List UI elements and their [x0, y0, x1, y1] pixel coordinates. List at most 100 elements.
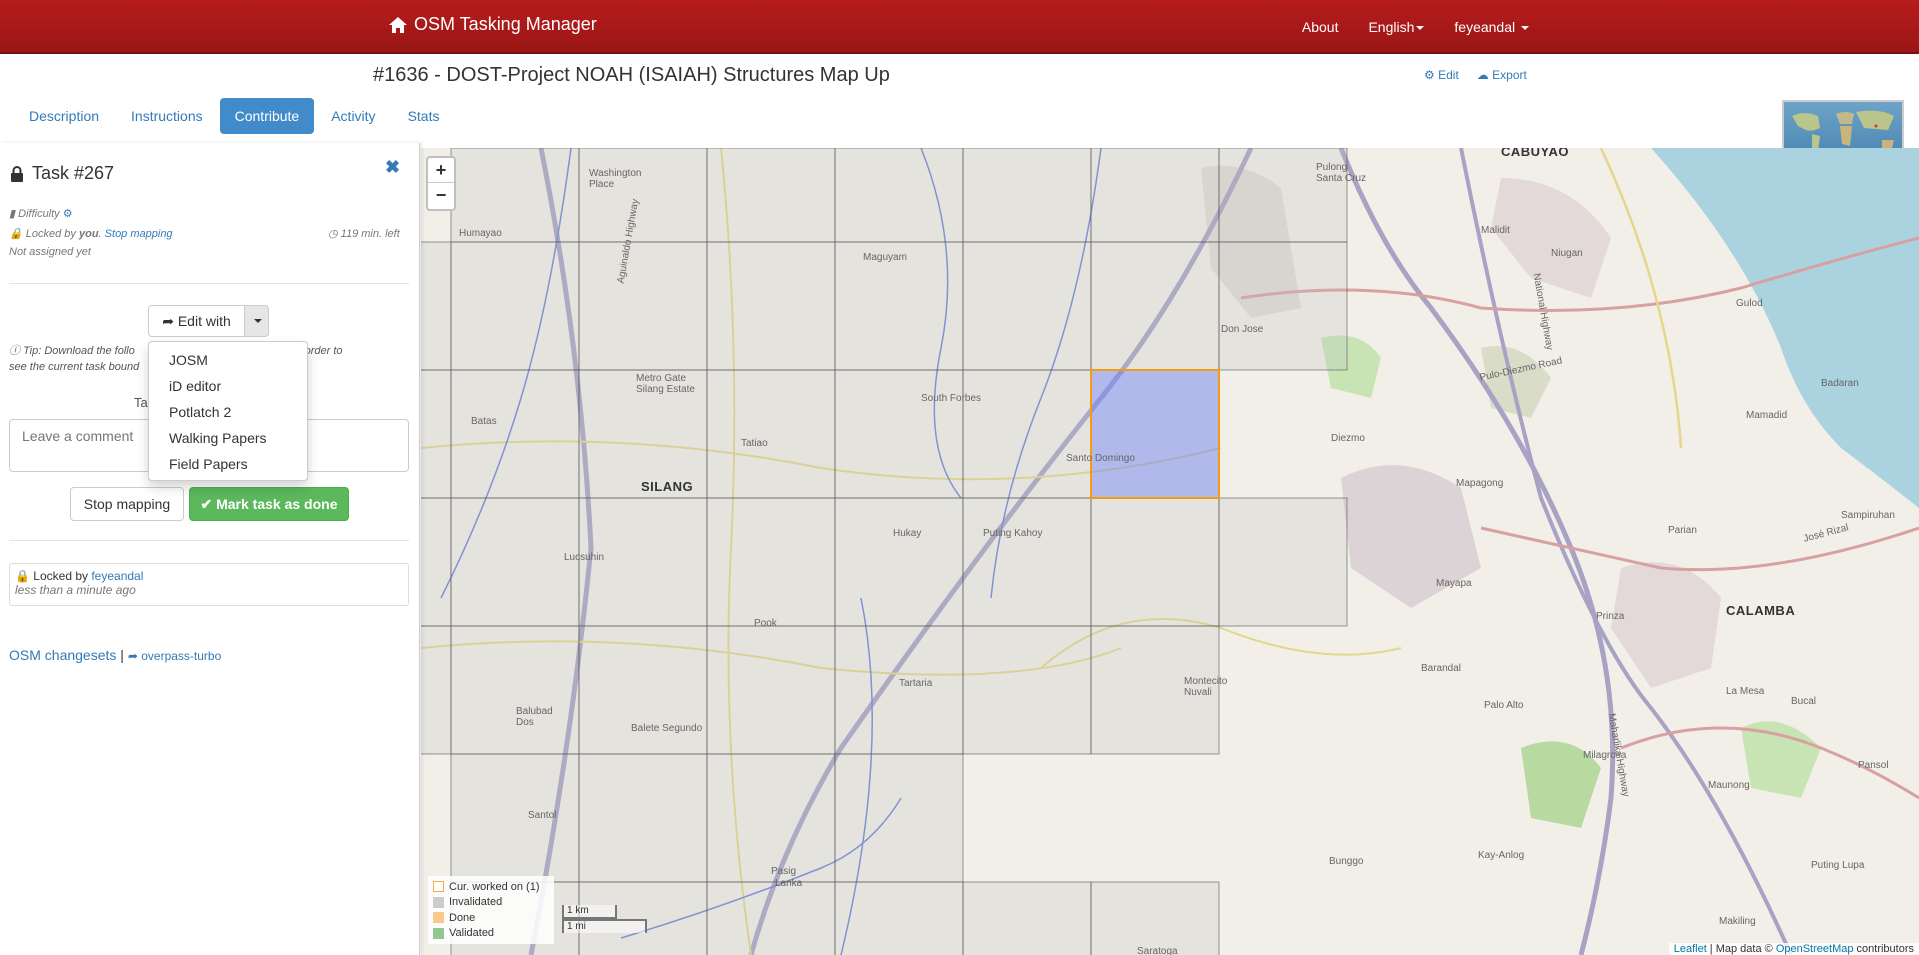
task-title-label: Task #267: [32, 163, 115, 183]
map-view[interactable]: CABUYAO SILANG CALAMBA Washington Place …: [421, 148, 1919, 955]
map-scale: 1 km 1 mi: [562, 905, 647, 933]
place-label: Bucal: [1791, 696, 1817, 707]
bookmark-icon: ▮: [9, 208, 16, 220]
menu-item-josm[interactable]: JOSM: [149, 347, 307, 373]
place-label: SILANG: [641, 479, 694, 494]
brand-link[interactable]: OSM Tasking Manager: [388, 14, 597, 35]
gear-icon[interactable]: ⚙: [63, 208, 73, 220]
legend-swatch: [433, 927, 444, 939]
place-label: Santo Domingo: [1066, 453, 1135, 464]
gear-icon: ⚙: [1424, 68, 1435, 82]
chevron-down-icon: [1521, 26, 1529, 31]
legend-swatch: [433, 881, 444, 893]
difficulty-label: Difficulty: [18, 208, 60, 220]
place-label: Bunggo: [1329, 856, 1364, 867]
attribution-text: | Map data ©: [1706, 943, 1776, 955]
time-left-label: 119 min. left: [340, 228, 400, 240]
place-label: Pook: [754, 618, 777, 629]
place-label: Sampiruhan: [1841, 510, 1895, 521]
legend-swatch: [433, 912, 444, 924]
edit-with-dropdown-toggle[interactable]: [244, 305, 269, 337]
place-label: Parian: [1668, 525, 1697, 536]
cloud-download-icon: ☁: [1476, 68, 1489, 82]
stop-mapping-button[interactable]: Stop mapping: [70, 487, 184, 521]
tip-line2: see the current task bound: [9, 361, 140, 373]
history-entry: 🔒 Locked by feyeandal less than a minute…: [9, 563, 409, 606]
tab-stats[interactable]: Stats: [393, 98, 455, 134]
locked-by-user: you: [78, 228, 99, 240]
place-label: Saratoga: [1137, 946, 1178, 955]
legend-item: Cur. worked on (1): [433, 879, 549, 895]
export-link[interactable]: ☁ Export: [1477, 68, 1527, 82]
leaflet-link[interactable]: Leaflet: [1674, 943, 1707, 955]
legend-item: Done: [433, 910, 549, 926]
export-label: Export: [1492, 68, 1527, 82]
task-panel: Task #267 ✖ ▮ Difficulty ⚙ 🔒 Locked by y…: [0, 143, 420, 955]
menu-item-id-editor[interactable]: iD editor: [149, 373, 307, 399]
edit-project-link[interactable]: ⚙ Edit: [1424, 68, 1459, 82]
place-label: Batas: [471, 416, 497, 427]
time-left: ◷ 119 min. left: [328, 227, 400, 240]
zoom-out-button[interactable]: −: [428, 183, 454, 208]
edit-with-button[interactable]: ➦ Edit with: [148, 305, 245, 337]
place-label: Barandal: [1421, 663, 1462, 674]
language-dropdown[interactable]: English: [1368, 19, 1425, 35]
place-label: Metro Gate Silang Estate: [636, 373, 695, 395]
project-tabs: Description Instructions Contribute Acti…: [14, 98, 456, 134]
place-label: Washington Place: [589, 168, 642, 190]
place-label: Mamadid: [1746, 410, 1788, 421]
lock-status: 🔒 Locked by you. Stop mapping: [9, 228, 173, 240]
language-label: English: [1368, 19, 1415, 35]
editor-dropdown-menu: JOSM iD editor Potlatch 2 Walking Papers…: [148, 341, 308, 481]
menu-item-field-papers[interactable]: Field Papers: [149, 451, 307, 477]
place-label: Lanka: [775, 878, 803, 889]
osm-link[interactable]: OpenStreetMap: [1776, 943, 1854, 955]
place-label: Balete Segundo: [631, 723, 703, 734]
place-label: Maguyam: [863, 252, 907, 263]
history-user-link[interactable]: feyeandal: [91, 569, 143, 583]
place-label: Malidit: [1481, 225, 1510, 236]
user-label: feyeandal: [1454, 19, 1516, 35]
place-label: South Forbes: [921, 393, 982, 404]
divider: [9, 540, 409, 541]
place-label: Tatiao: [741, 438, 768, 449]
mark-done-button[interactable]: ✔ Mark task as done: [189, 487, 349, 521]
check-icon: ✔: [200, 495, 213, 512]
place-label: Badaran: [1821, 378, 1859, 389]
home-icon: [389, 16, 407, 33]
place-label: Lucsuhin: [564, 552, 605, 563]
share-icon: ➦: [127, 649, 138, 663]
tab-activity[interactable]: Activity: [316, 98, 390, 134]
nav-about[interactable]: About: [1302, 19, 1339, 35]
legend-item: Validated: [433, 926, 549, 942]
difficulty-row: ▮ Difficulty ⚙: [9, 207, 73, 220]
legend-item: Invalidated: [433, 895, 549, 911]
overpass-link[interactable]: ➦ overpass-turbo: [128, 649, 221, 663]
chevron-down-icon: [253, 319, 262, 323]
tab-contribute[interactable]: Contribute: [219, 98, 315, 134]
zoom-in-button[interactable]: +: [428, 158, 454, 183]
map-tiles: [421, 148, 1919, 955]
info-icon: ⓘ: [9, 345, 20, 357]
place-label: Puting Lupa: [1811, 860, 1865, 871]
scale-km: 1 km: [562, 905, 617, 919]
locked-by-label: Locked by: [25, 228, 76, 240]
place-label: Makiling: [1719, 916, 1756, 927]
lock-icon: 🔒: [15, 569, 30, 583]
menu-item-walking-papers[interactable]: Walking Papers: [149, 425, 307, 451]
stop-mapping-link[interactable]: Stop mapping: [105, 228, 173, 240]
tab-instructions[interactable]: Instructions: [116, 98, 218, 134]
menu-item-potlatch[interactable]: Potlatch 2: [149, 399, 307, 425]
legend-label: Done: [449, 911, 476, 924]
task-title: Task #267: [10, 163, 114, 184]
place-label: Gulod: [1736, 298, 1763, 309]
lock-icon: 🔒: [9, 228, 23, 240]
close-icon[interactable]: ✖: [385, 157, 400, 178]
user-dropdown[interactable]: feyeandal: [1454, 19, 1529, 35]
tab-description[interactable]: Description: [14, 98, 114, 134]
map-legend: Cur. worked on (1) Invalidated Done Vali…: [428, 876, 554, 944]
top-navbar: OSM Tasking Manager About English feyean…: [0, 0, 1919, 54]
place-label: Montecito Nuvali: [1184, 676, 1228, 698]
place-label: Don Jose: [1221, 324, 1264, 335]
osm-changesets-link[interactable]: OSM changesets: [9, 647, 116, 663]
